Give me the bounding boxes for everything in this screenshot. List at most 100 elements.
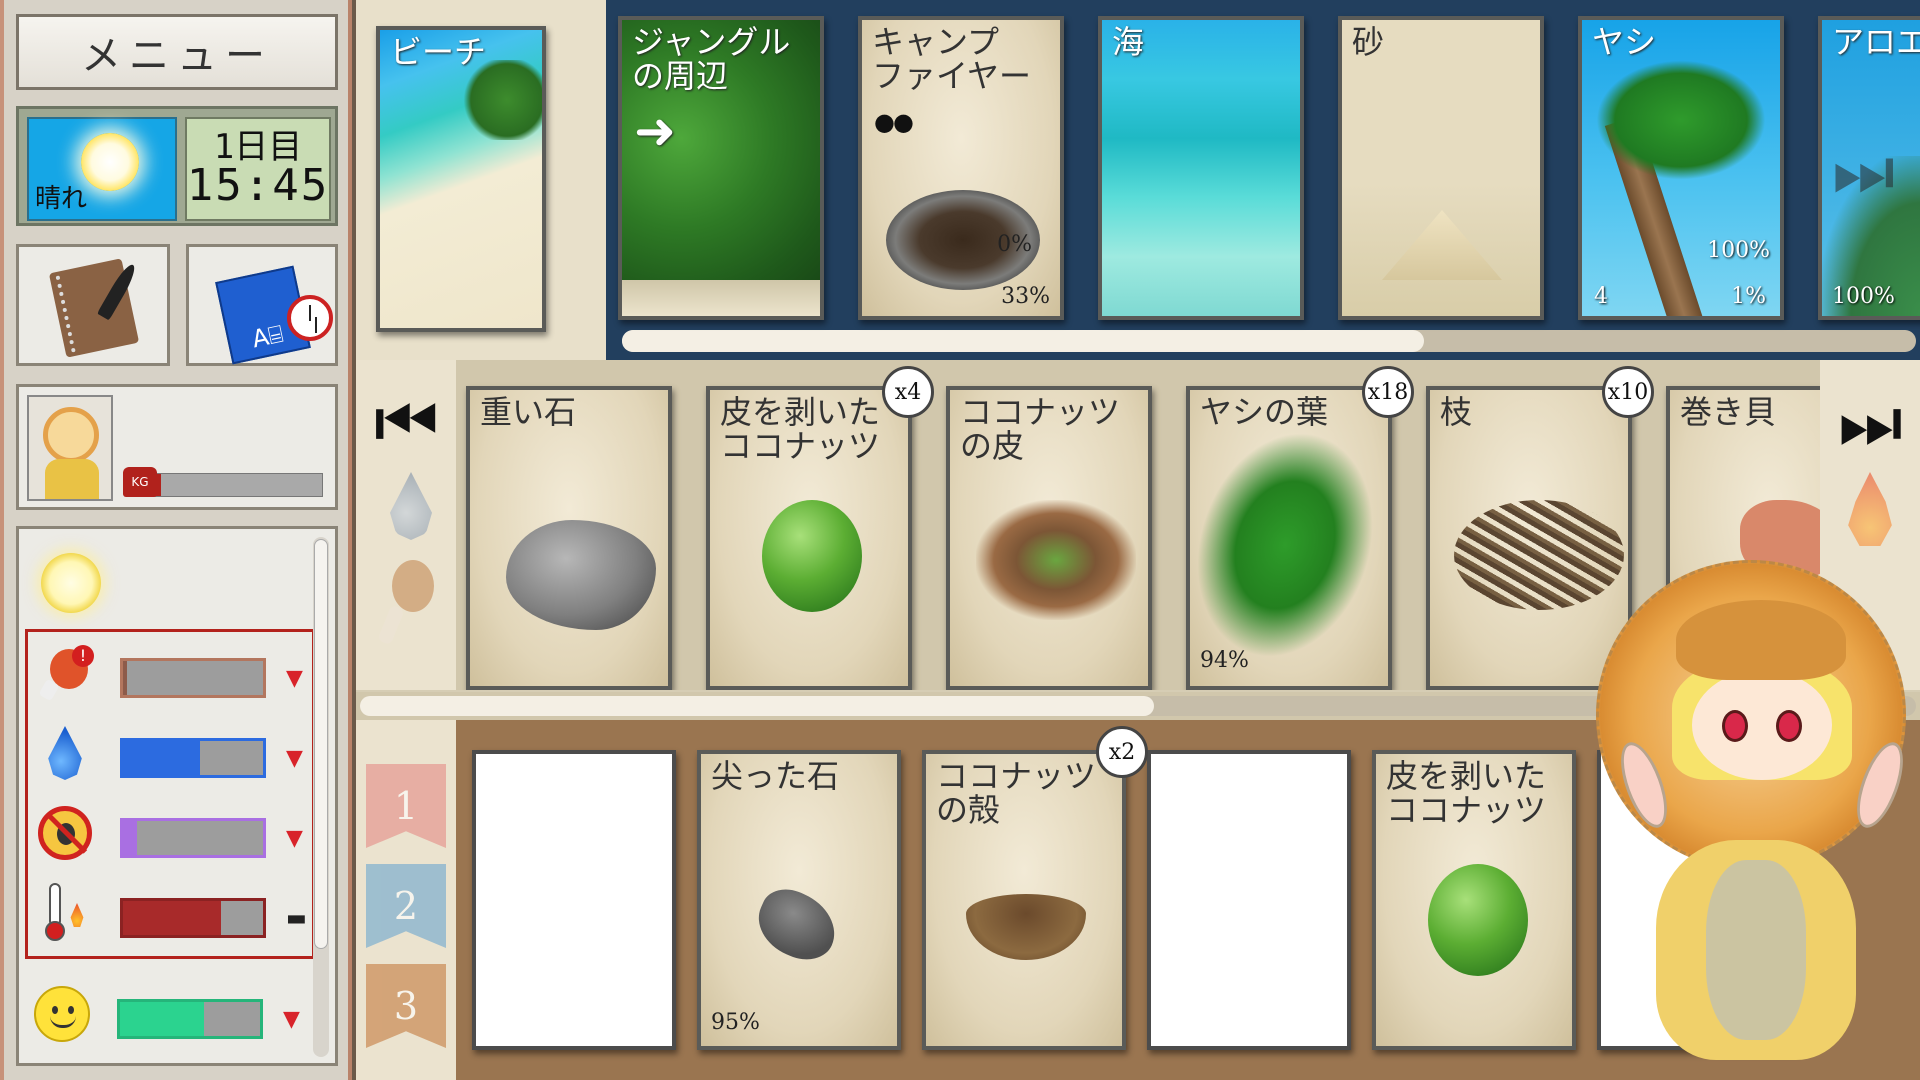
inventory-card-husk[interactable]: ココナッツ の皮 [946,386,1152,690]
character-belly [1706,860,1806,1040]
need-row-pests: ▼ [28,798,312,868]
thirst-trend-icon: ▼ [286,746,303,771]
sea-art [1102,20,1300,316]
weight-kg-icon: KG [123,467,157,497]
happiness-row: ▼ [25,979,315,1059]
prev-page-icon[interactable]: ⏮ [374,386,439,458]
status-scrollbar-thumb[interactable] [314,539,328,949]
card-durability-stat: 0% [997,232,1032,257]
leaf-art [1190,409,1388,681]
need-row-thirst: ▼ [28,718,312,788]
blueprint-button[interactable]: A⌸ [186,244,338,366]
palm-leaves [1596,60,1766,180]
inventory-card-stone[interactable]: 重い石 [466,386,672,690]
hotbar-slot-2[interactable]: 2 [366,864,446,948]
card-title: ココナッツ の殻 [936,757,1097,829]
card-title: ジャングル の周辺 [632,23,791,95]
empty-hand-slot[interactable] [472,750,676,1050]
happiness-trend-icon: ▼ [283,1007,300,1032]
shell-half-art [966,894,1086,960]
hunger-trend-icon: ▼ [286,666,303,691]
needs-alert-group: ! ▼ ▼ ▼ ▬ [25,629,315,959]
location-card-sand[interactable]: 砂 [1338,16,1544,320]
fire-icon [1848,472,1892,546]
location-scrollbar-thumb[interactable] [622,330,1425,352]
card-progress-stat: 1% [1731,284,1766,309]
next-page-icon[interactable]: ⏭ [1838,386,1903,458]
character-avatar[interactable] [1586,560,1920,1080]
thermometer-flame-icon [36,883,94,942]
pests-trend-icon: ▼ [286,826,303,851]
location-card-aloe[interactable]: ⏭ アロエ 100% [1818,16,1920,320]
left-panel: メニュー 晴れ 1日目 15:45 A⌸ KG ! ▼ ▼ ▼ ▬ ▼ [0,0,352,1080]
weight-bar [151,473,323,497]
card-title: 重い石 [480,393,577,431]
next-page-icon[interactable]: ⏭ [1832,130,1895,213]
water-drop-icon [390,472,432,540]
sand-art [1342,20,1540,316]
inventory-left-controls: ⏮ [356,360,456,690]
husk-art [976,500,1136,620]
journal-button[interactable] [16,244,170,366]
thirst-bar [120,738,266,778]
pests-fill [123,821,137,855]
hotbar: 1 2 3 [356,720,456,1080]
meat-warning-icon: ! [36,644,94,702]
card-title: ヤシ [1592,23,1657,61]
stack-count-badge: x2 [1096,726,1148,778]
stack-count-badge: x18 [1362,366,1414,418]
hand-card-shell-half[interactable]: ココナッツ の殻 [922,750,1126,1050]
location-card-jungle[interactable]: ➜ ジャングル の周辺 [618,16,824,320]
weather-display: 晴れ [27,117,177,221]
sun-icon [41,553,101,613]
happiness-fill [120,1002,204,1036]
status-scrollbar[interactable] [313,537,329,1057]
temperature-bar [120,898,266,938]
location-row: ➜ ジャングル の周辺 ●● キャンプ ファイヤー 0% 33% 海 砂 ヤシ 100% 1% 4 ⏭ ア… [606,0,1920,360]
need-row-hunger: ! ▼ [28,638,312,708]
card-title: 枝 [1440,393,1473,431]
card-freshness-stat: 94% [1200,648,1249,673]
card-title: アロエ [1832,23,1920,61]
smiley-icon [33,985,91,1043]
stack-count-badge: x4 [882,366,934,418]
card-title: ココナッツ の皮 [960,393,1121,465]
card-progress-stat: 33% [1001,284,1050,309]
current-location-card[interactable]: ビーチ [376,26,546,332]
hand-card-coconut[interactable]: 皮を剥いた ココナッツ [1372,750,1576,1050]
character-eye [1722,710,1748,742]
location-card-palm[interactable]: ヤシ 100% 1% 4 [1578,16,1784,320]
temperature-fill [123,901,221,935]
card-title: ビーチ [390,33,487,71]
character-face [1692,670,1832,780]
clock-display: 1日目 15:45 [185,117,331,221]
card-durability-stat: 100% [1832,284,1895,309]
location-card-fire[interactable]: ●● キャンプ ファイヤー 0% 33% [858,16,1064,320]
status-panel: ! ▼ ▼ ▼ ▬ ▼ [16,526,338,1066]
thirst-fill [123,741,200,775]
empty-hand-slot[interactable] [1147,750,1351,1050]
alarm-clock-icon [287,295,333,341]
weather-clock-panel: 晴れ 1日目 15:45 [16,106,338,226]
menu-button[interactable]: メニュー [16,14,338,90]
card-durability-stat: 95% [711,1010,760,1035]
inventory-card-coconut[interactable]: 皮を剥いた ココナッツ [706,386,912,690]
hotbar-slot-3[interactable]: 3 [366,964,446,1048]
hand-card-sharp-stone[interactable]: 尖った石 95% [697,750,901,1050]
inventory-card-leaf[interactable]: ヤシの葉 94% [1186,386,1392,690]
current-location-slot: ビーチ [356,0,606,360]
location-card-sea[interactable]: 海 [1098,16,1304,320]
card-title: キャンプ ファイヤー [872,23,1032,95]
water-drop-icon [36,724,94,782]
card-title: 皮を剥いた ココナッツ [1386,757,1547,829]
hotbar-slot-1[interactable]: 1 [366,764,446,848]
coconut-art [762,500,862,612]
palm-art [1582,20,1780,316]
hunger-fill [123,661,128,695]
inventory-scrollbar-thumb[interactable] [360,696,1154,716]
stack-count-badge: x10 [1602,366,1654,418]
location-scrollbar[interactable] [622,330,1916,352]
character-portrait[interactable] [27,395,113,501]
temperature-trend-icon: ▬ [286,906,307,931]
weather-label: 晴れ [35,184,88,214]
